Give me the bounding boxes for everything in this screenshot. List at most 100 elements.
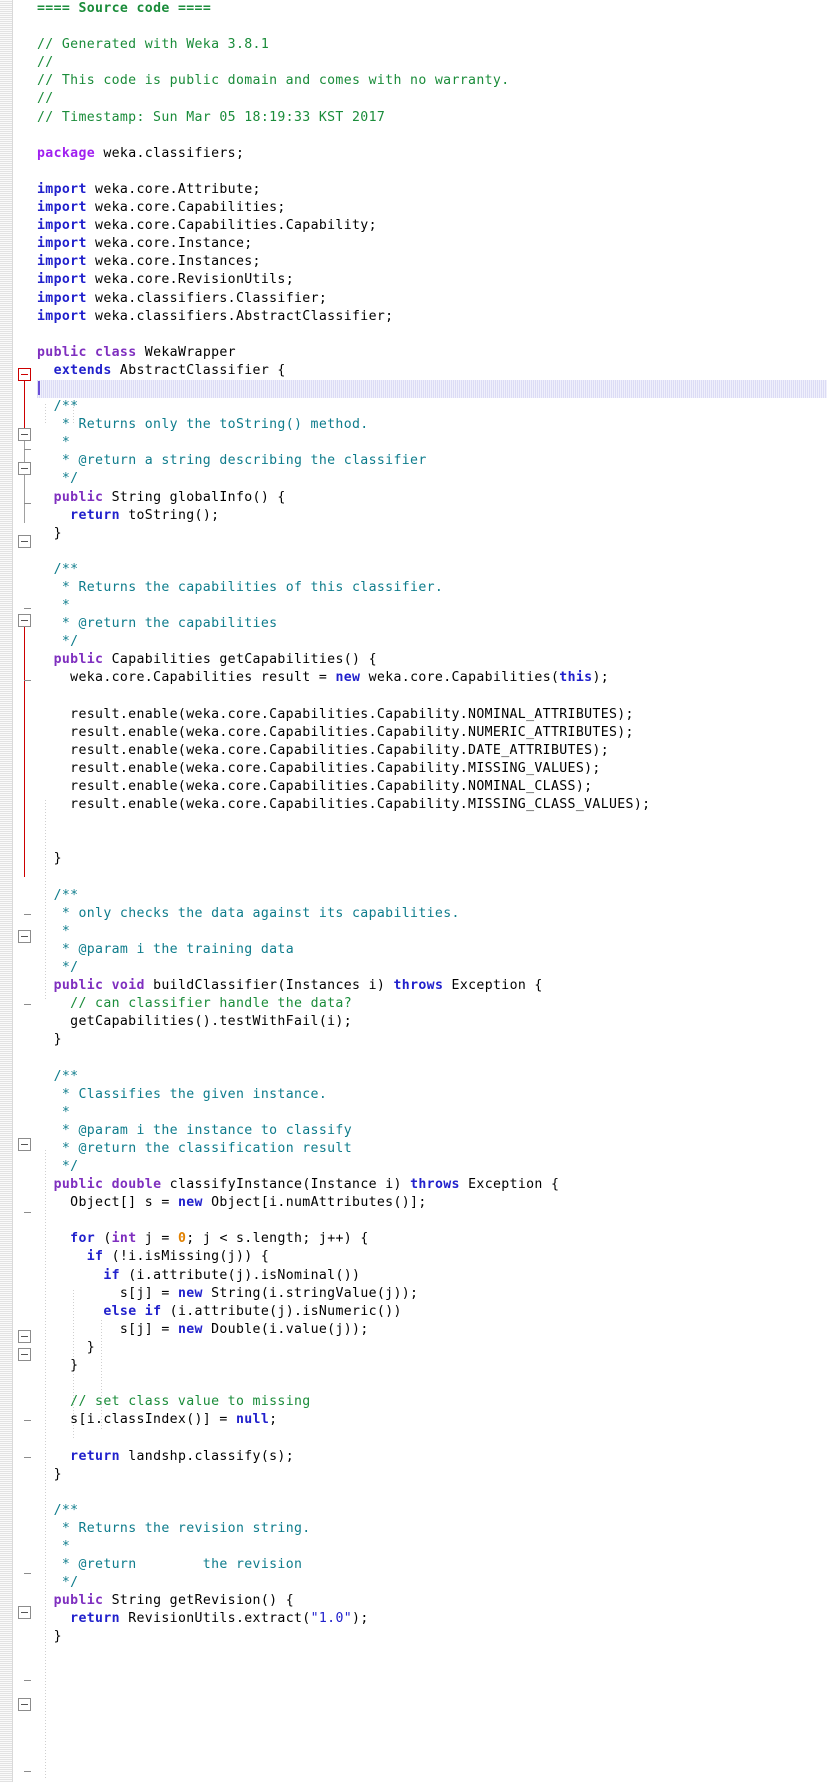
code-line[interactable]: public String globalInfo() { — [37, 489, 827, 507]
code-line[interactable]: ==== Source code ==== — [37, 0, 827, 18]
code-line[interactable]: * Returns the revision string. — [37, 1520, 827, 1538]
code-line[interactable]: * @param i the training data — [37, 941, 827, 959]
code-line[interactable]: result.enable(weka.core.Capabilities.Cap… — [37, 706, 827, 724]
fold-collapse-button[interactable] — [18, 462, 31, 475]
code-line[interactable]: // — [37, 54, 827, 72]
code-line[interactable]: } — [37, 1466, 827, 1484]
code-line[interactable] — [37, 869, 827, 887]
code-line[interactable]: // can classifier handle the data? — [37, 995, 827, 1013]
code-line[interactable] — [37, 1429, 827, 1447]
code-line[interactable]: } — [37, 1628, 827, 1646]
code-line[interactable]: if (i.attribute(j).isNominal()) — [37, 1267, 827, 1285]
source-code-editor[interactable]: ==== Source code ==== // Generated with … — [0, 0, 827, 1782]
code-line[interactable]: * @param i the instance to classify — [37, 1122, 827, 1140]
code-folding-gutter[interactable] — [13, 0, 37, 1782]
code-line[interactable]: * Classifies the given instance. — [37, 1086, 827, 1104]
code-line[interactable]: return RevisionUtils.extract("1.0"); — [37, 1610, 827, 1628]
code-line[interactable]: /** — [37, 1068, 827, 1086]
code-line[interactable]: } — [37, 1031, 827, 1049]
fold-collapse-button[interactable] — [18, 368, 31, 381]
code-content-area[interactable]: ==== Source code ==== // Generated with … — [37, 0, 827, 1782]
code-line[interactable]: * @return the capabilities — [37, 615, 827, 633]
code-line[interactable]: return landshp.classify(s); — [37, 1448, 827, 1466]
code-line[interactable]: */ — [37, 470, 827, 488]
code-line[interactable]: * — [37, 1104, 827, 1122]
code-line[interactable]: import weka.core.RevisionUtils; — [37, 271, 827, 289]
fold-collapse-button[interactable] — [18, 428, 31, 441]
fold-collapse-button[interactable] — [18, 535, 31, 548]
code-line[interactable]: /** — [37, 561, 827, 579]
code-line[interactable] — [37, 18, 827, 36]
fold-collapse-button[interactable] — [18, 1606, 31, 1619]
code-line[interactable]: /** — [37, 887, 827, 905]
fold-collapse-button[interactable] — [18, 1330, 31, 1343]
code-line-current[interactable] — [37, 379, 827, 399]
code-line[interactable]: * only checks the data against its capab… — [37, 905, 827, 923]
code-line[interactable]: } — [37, 1357, 827, 1375]
code-line[interactable]: if (!i.isMissing(j)) { — [37, 1248, 827, 1266]
code-line[interactable] — [37, 688, 827, 706]
code-line[interactable]: s[j] = new Double(i.value(j)); — [37, 1321, 827, 1339]
code-line[interactable]: */ — [37, 633, 827, 651]
code-line[interactable]: * Returns only the toString() method. — [37, 416, 827, 434]
code-line[interactable] — [37, 1212, 827, 1230]
code-line[interactable]: public void buildClassifier(Instances i)… — [37, 977, 827, 995]
code-line[interactable]: * — [37, 1538, 827, 1556]
code-line[interactable] — [37, 543, 827, 561]
code-line[interactable]: * @return the classification result — [37, 1140, 827, 1158]
code-line[interactable]: package weka.classifiers; — [37, 145, 827, 163]
code-line[interactable]: import weka.core.Instance; — [37, 235, 827, 253]
code-line[interactable]: import weka.classifiers.Classifier; — [37, 290, 827, 308]
code-line[interactable]: * — [37, 434, 827, 452]
code-line[interactable]: public class WekaWrapper — [37, 344, 827, 362]
code-lines[interactable]: ==== Source code ==== // Generated with … — [37, 0, 827, 1647]
code-line[interactable]: result.enable(weka.core.Capabilities.Cap… — [37, 778, 827, 796]
code-line[interactable] — [37, 1049, 827, 1067]
code-line[interactable]: /** — [37, 1502, 827, 1520]
code-line[interactable]: * — [37, 597, 827, 615]
code-line[interactable]: else if (i.attribute(j).isNumeric()) — [37, 1303, 827, 1321]
code-line[interactable]: import weka.core.Attribute; — [37, 181, 827, 199]
code-line[interactable] — [37, 1484, 827, 1502]
code-line[interactable]: public double classifyInstance(Instance … — [37, 1176, 827, 1194]
code-line[interactable]: // — [37, 90, 827, 108]
fold-collapse-button[interactable] — [18, 1138, 31, 1151]
code-line[interactable] — [37, 1375, 827, 1393]
code-line[interactable]: public Capabilities getCapabilities() { — [37, 651, 827, 669]
code-line[interactable]: s[i.classIndex()] = null; — [37, 1411, 827, 1429]
code-line[interactable]: */ — [37, 959, 827, 977]
fold-collapse-button[interactable] — [18, 1698, 31, 1711]
code-line[interactable]: import weka.core.Instances; — [37, 253, 827, 271]
code-line[interactable]: } — [37, 1339, 827, 1357]
code-line[interactable] — [37, 326, 827, 344]
code-line[interactable]: s[j] = new String(i.stringValue(j)); — [37, 1285, 827, 1303]
code-line[interactable]: /** — [37, 398, 827, 416]
fold-collapse-button[interactable] — [18, 1348, 31, 1361]
code-line[interactable] — [37, 163, 827, 181]
code-line[interactable]: getCapabilities().testWithFail(i); — [37, 1013, 827, 1031]
code-line[interactable]: result.enable(weka.core.Capabilities.Cap… — [37, 760, 827, 778]
code-line[interactable]: import weka.core.Capabilities.Capability… — [37, 217, 827, 235]
code-line[interactable]: * — [37, 923, 827, 941]
code-line[interactable]: * Returns the capabilities of this class… — [37, 579, 827, 597]
code-line[interactable]: // Timestamp: Sun Mar 05 18:19:33 KST 20… — [37, 109, 827, 127]
fold-collapse-button[interactable] — [18, 614, 31, 627]
code-line[interactable]: } — [37, 850, 827, 868]
code-line[interactable] — [37, 127, 827, 145]
code-line[interactable]: // set class value to missing — [37, 1393, 827, 1411]
code-line[interactable]: result.enable(weka.core.Capabilities.Cap… — [37, 724, 827, 742]
code-line[interactable]: public String getRevision() { — [37, 1592, 827, 1610]
fold-collapse-button[interactable] — [18, 930, 31, 943]
code-line[interactable]: // Generated with Weka 3.8.1 — [37, 36, 827, 54]
code-line[interactable]: import weka.classifiers.AbstractClassifi… — [37, 308, 827, 326]
code-line[interactable]: import weka.core.Capabilities; — [37, 199, 827, 217]
code-line[interactable] — [37, 814, 827, 832]
code-line[interactable]: */ — [37, 1158, 827, 1176]
code-line[interactable]: */ — [37, 1574, 827, 1592]
code-line[interactable]: extends AbstractClassifier { — [37, 362, 827, 380]
code-line[interactable]: weka.core.Capabilities result = new weka… — [37, 669, 827, 687]
code-line[interactable]: result.enable(weka.core.Capabilities.Cap… — [37, 742, 827, 760]
code-line[interactable]: // This code is public domain and comes … — [37, 72, 827, 90]
code-line[interactable]: * @return the revision — [37, 1556, 827, 1574]
code-line[interactable]: result.enable(weka.core.Capabilities.Cap… — [37, 796, 827, 814]
